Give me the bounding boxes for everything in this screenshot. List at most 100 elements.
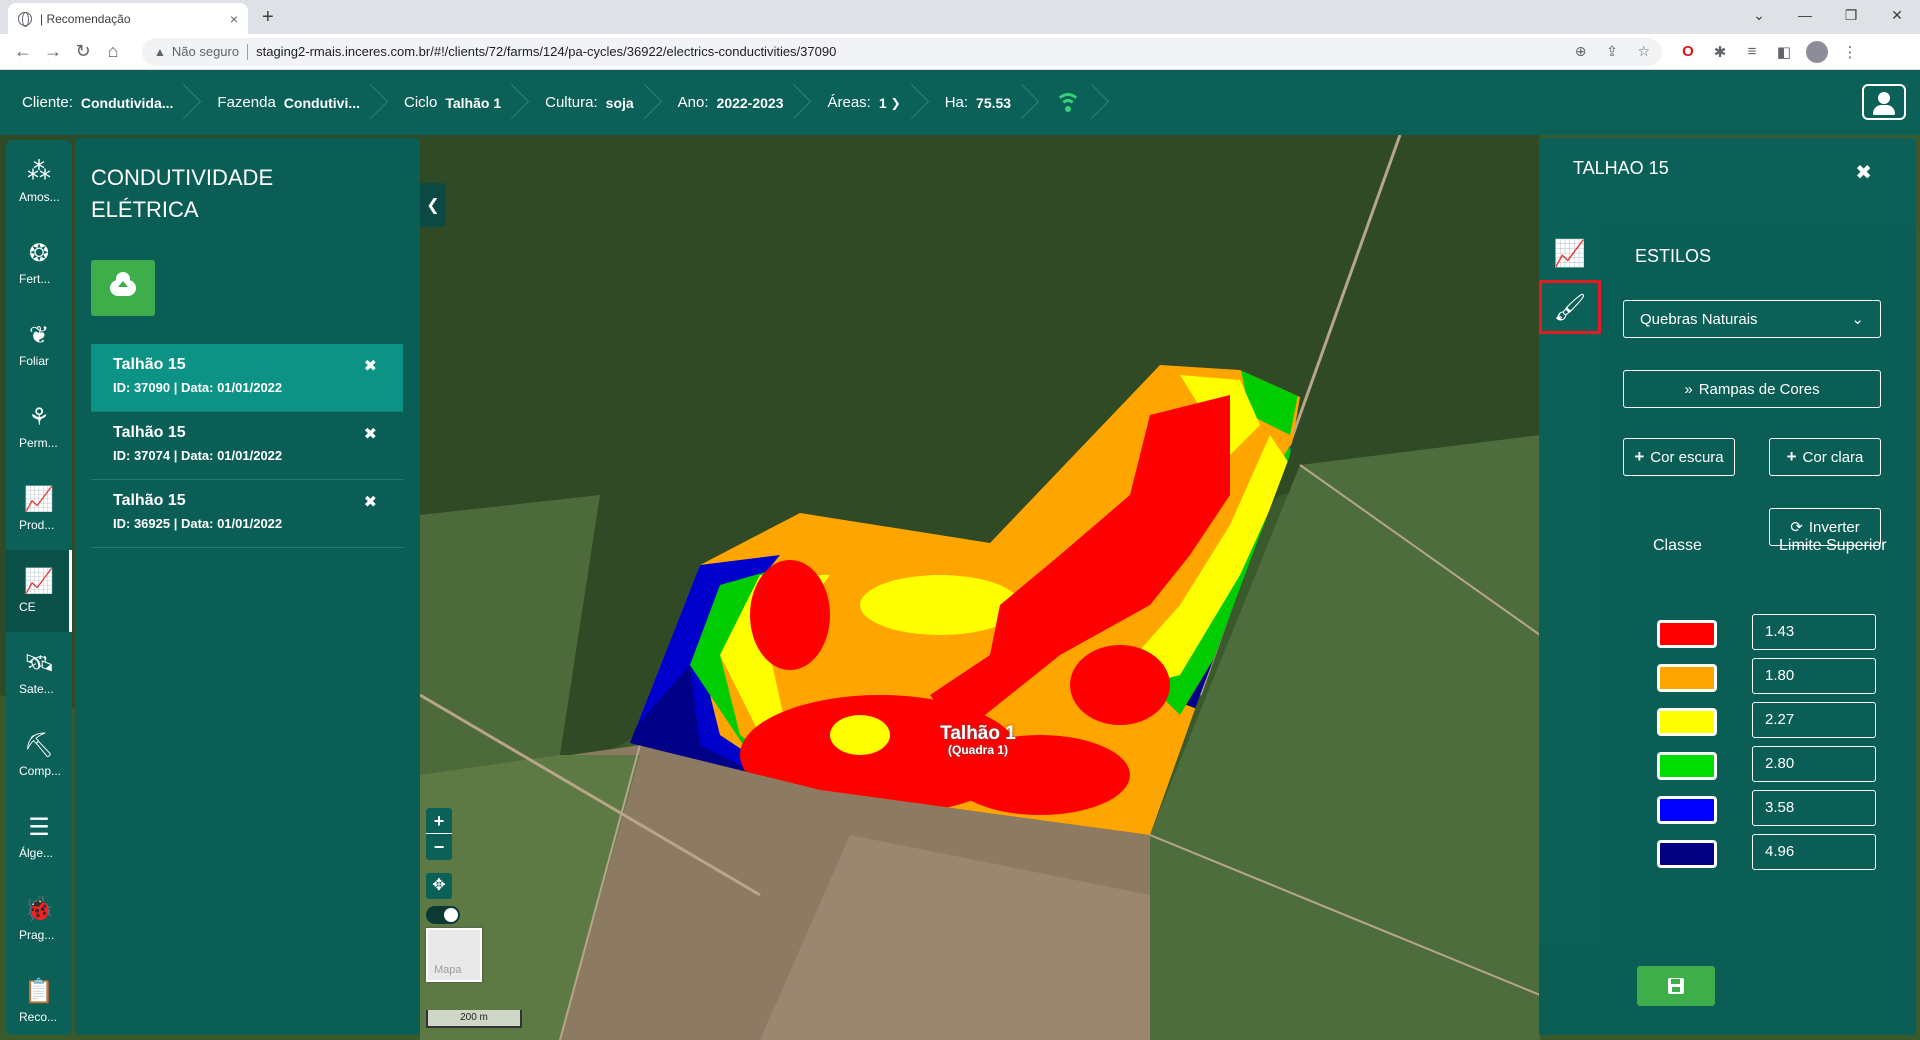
color-swatch[interactable] (1657, 752, 1717, 780)
upper-limit-input[interactable]: 2.27 (1752, 702, 1876, 738)
sidepanel-icon[interactable]: ◧ (1768, 43, 1800, 61)
class-row: 3.58 (1601, 790, 1916, 826)
share-icon[interactable]: ⇪ (1606, 43, 1618, 59)
fazenda-value: Condutivi... (283, 94, 361, 111)
nav-item-permanente[interactable]: ⚘ Perm... (6, 386, 72, 468)
dark-color-button[interactable]: + Cor escura (1623, 438, 1735, 476)
tab-close-icon[interactable]: × (230, 11, 238, 27)
color-swatch[interactable] (1657, 796, 1717, 824)
forward-icon[interactable]: → (38, 41, 68, 62)
browser-tab-bar: | Recomendação × + ⌄ — ❐ ✕ (0, 0, 1920, 34)
tab-styles[interactable]: 🖌 (1539, 280, 1601, 334)
color-swatch[interactable] (1657, 708, 1717, 736)
collapse-panel-button[interactable]: ❮ (420, 183, 446, 227)
color-swatch[interactable] (1657, 840, 1717, 868)
module-sidebar: ⁂ Amos... ❂ Fert... ❦ Foliar ⚘ Perm... 📈… (6, 140, 72, 1035)
nav-item-ce[interactable]: 📈 CE (6, 550, 72, 632)
light-color-button[interactable]: + Cor clara (1769, 438, 1881, 476)
line-chart-icon: 📈 (1553, 237, 1587, 268)
playlist-icon[interactable]: ≡ (1736, 43, 1768, 60)
url-input[interactable]: ▲ Não seguro staging2-rmais.inceres.com.… (142, 37, 1662, 66)
profile-avatar[interactable] (1806, 40, 1828, 63)
move-icon[interactable]: ✥ (426, 873, 452, 899)
nav-item-recomendacao[interactable]: 📋 Reco... (6, 960, 72, 1040)
nav-item-algebra[interactable]: ☰ Álge... (6, 796, 72, 878)
plus-icon: + (1634, 447, 1645, 466)
nav-item-compactacao[interactable]: ⛏ Comp... (6, 714, 72, 796)
panel-footer (1539, 956, 1916, 1035)
tab-statistics[interactable]: 📈 (1539, 226, 1601, 280)
leaf-icon: ❦ (28, 322, 50, 349)
upper-limit-input[interactable]: 3.58 (1752, 790, 1876, 826)
save-button[interactable] (1637, 966, 1715, 1006)
nav-item-pragas[interactable]: 🐞 Prag... (6, 878, 72, 960)
remove-icon[interactable]: ✖ (364, 356, 377, 376)
crumb-cultura[interactable]: Cultura: soja (523, 70, 656, 135)
field-map-label: Talhão 1 (Quadra 1) (918, 723, 1038, 757)
nav-item-produtividade[interactable]: 📈 Prod... (6, 468, 72, 550)
classification-method-select[interactable]: Quebras Naturais ⌄ (1623, 300, 1881, 338)
zoom-in-button[interactable]: + (426, 808, 452, 834)
tab-search-icon[interactable]: ⌄ (1736, 0, 1782, 34)
color-swatch[interactable] (1657, 664, 1717, 692)
restore-icon[interactable]: ❐ (1828, 0, 1874, 34)
nav-item-satelite[interactable]: 🛰 Sate... (6, 632, 72, 714)
sample-icon: ⁂ (27, 158, 51, 185)
chevron-down-icon: ⌄ (1851, 311, 1864, 328)
upper-limit-input[interactable]: 1.43 (1752, 614, 1876, 650)
bookmark-star-icon[interactable]: ☆ (1637, 43, 1650, 59)
url-text: staging2-rmais.inceres.com.br/#!/clients… (256, 44, 837, 59)
nav-item-foliar[interactable]: ❦ Foliar (6, 304, 72, 386)
fertilizer-icon: ❂ (28, 240, 50, 267)
crumb-ano[interactable]: Ano: 2022-2023 (656, 70, 806, 135)
user-button[interactable] (1862, 84, 1906, 120)
upload-button[interactable] (91, 260, 155, 316)
list-item[interactable]: Talhão 15 ID: 37074 | Data: 01/01/2022 ✖ (91, 412, 403, 480)
divider (247, 43, 249, 60)
crumb-areas[interactable]: Áreas: 1 ❯ (805, 70, 922, 135)
item-meta: ID: 36925 | Data: 01/01/2022 (113, 516, 283, 531)
item-meta: ID: 37074 | Data: 01/01/2022 (113, 448, 283, 463)
dark-color-label: Cor escura (1650, 448, 1724, 466)
browser-tab[interactable]: | Recomendação × (8, 3, 248, 34)
color-ramps-button[interactable]: » Rampas de Cores (1623, 370, 1881, 408)
list-item[interactable]: Talhão 15 ID: 37090 | Data: 01/01/2022 ✖ (91, 344, 403, 412)
layer-toggle[interactable] (426, 906, 460, 924)
back-icon[interactable]: ← (8, 41, 38, 62)
close-window-icon[interactable]: ✕ (1874, 0, 1920, 34)
crumb-cliente[interactable]: Cliente: Condutivida... (0, 70, 195, 135)
remove-icon[interactable]: ✖ (364, 492, 377, 512)
areas-value: 1 (878, 94, 887, 111)
item-name: Talhão 15 (113, 492, 186, 509)
zoom-icon[interactable]: ⊕ (1575, 43, 1587, 59)
menu-icon[interactable]: ⋮ (1834, 43, 1866, 61)
ha-value: 75.53 (976, 94, 1012, 111)
minimize-icon[interactable]: — (1782, 0, 1828, 34)
remove-icon[interactable]: ✖ (364, 424, 377, 444)
upper-limit-input[interactable]: 4.96 (1752, 834, 1876, 870)
bug-icon: 🐞 (24, 896, 54, 923)
crumb-ciclo[interactable]: Ciclo Talhão 1 (382, 70, 523, 135)
basemap-switcher[interactable]: Mapa (426, 928, 482, 982)
ramps-label: Rampas de Cores (1698, 380, 1820, 398)
close-icon[interactable]: ✖ (1855, 160, 1872, 185)
item-meta: ID: 37090 | Data: 01/01/2022 (113, 380, 283, 395)
opera-icon[interactable]: O (1672, 43, 1704, 60)
chart-icon: 📈 (24, 568, 54, 595)
new-tab-button[interactable]: + (262, 6, 274, 29)
reload-icon[interactable]: ↻ (68, 41, 98, 62)
paint-roller-icon: 🖌 (1553, 291, 1587, 322)
cultura-value: soja (605, 94, 634, 111)
upper-limit-input[interactable]: 1.80 (1752, 658, 1876, 694)
item-name: Talhão 15 (113, 424, 186, 441)
list-item[interactable]: Talhão 15 ID: 36925 | Data: 01/01/2022 ✖ (91, 480, 403, 548)
panel-tabs: 📈 🖌 (1539, 226, 1601, 946)
zoom-out-button[interactable]: − (426, 834, 452, 860)
home-icon[interactable]: ⌂ (98, 41, 128, 62)
upper-limit-input[interactable]: 2.80 (1752, 746, 1876, 782)
puzzle-icon[interactable]: ✱ (1704, 43, 1736, 61)
nav-item-amostragem[interactable]: ⁂ Amos... (6, 140, 72, 222)
color-swatch[interactable] (1657, 620, 1717, 648)
crumb-fazenda[interactable]: Fazenda Condutivi... (195, 70, 382, 135)
nav-item-fertilidade[interactable]: ❂ Fert... (6, 222, 72, 304)
